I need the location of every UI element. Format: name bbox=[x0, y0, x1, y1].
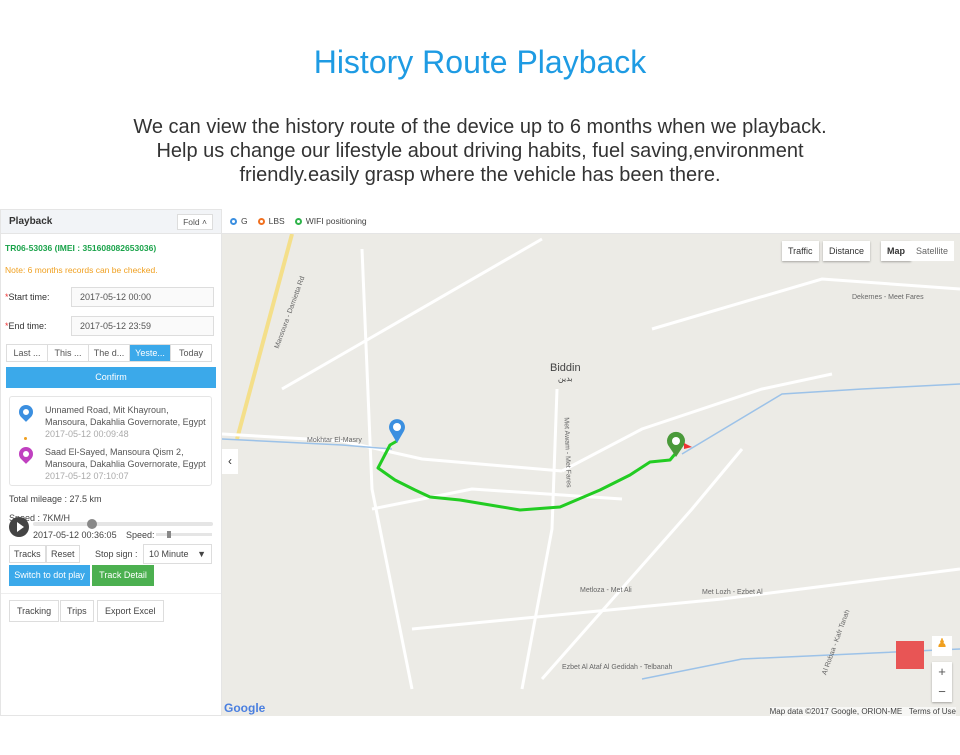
terms-link[interactable]: Terms of Use bbox=[909, 707, 956, 716]
description: We can view the history route of the dev… bbox=[100, 115, 860, 187]
start-pin-icon bbox=[16, 402, 36, 422]
switch-dot-play-button[interactable]: Switch to dot play bbox=[9, 565, 90, 586]
zoom-in-button[interactable]: + bbox=[932, 662, 952, 682]
divider bbox=[1, 593, 221, 594]
stop-sign-select[interactable]: 10 Minute ▼ bbox=[143, 544, 212, 564]
map-type-map[interactable]: Map bbox=[881, 241, 911, 261]
caret-down-icon: ▼ bbox=[197, 549, 206, 559]
map-legend: G LBS WIFI positioning bbox=[222, 209, 960, 234]
address-card: Unnamed Road, Mit Khayroun, Mansoura, Da… bbox=[9, 396, 212, 486]
desc-line: friendly.easily grasp where the vehicle … bbox=[239, 164, 721, 186]
reset-button[interactable]: Reset bbox=[46, 545, 80, 563]
start-time-label: *Start time: bbox=[5, 292, 50, 302]
red-square bbox=[896, 641, 924, 669]
speed-label: Speed: bbox=[126, 530, 155, 540]
attribution: Map data ©2017 Google, ORION-ME Terms of… bbox=[769, 707, 956, 716]
end-pin-icon bbox=[16, 444, 36, 464]
chevron-left-icon: ‹ bbox=[228, 454, 232, 468]
confirm-button[interactable]: Confirm bbox=[6, 367, 216, 388]
tracks-button[interactable]: Tracks bbox=[9, 545, 46, 563]
end-time-input[interactable]: 2017-05-12 23:59 bbox=[71, 316, 214, 336]
range-today[interactable]: Today bbox=[171, 345, 211, 361]
road-label: Mokhtar El-Masry bbox=[307, 437, 362, 444]
desc-line: Help us change our lifestyle about drivi… bbox=[156, 140, 804, 162]
device-id: TR06-53036 (IMEI : 351608082653036) bbox=[5, 243, 157, 253]
range-selector: Last ... This ... The d... Yeste... Toda… bbox=[6, 344, 212, 362]
progress-slider[interactable] bbox=[33, 519, 213, 529]
total-mileage: Total mileage : 27.5 km bbox=[9, 494, 102, 504]
road-label: Metloza - Met Ali bbox=[580, 587, 632, 594]
distance-button[interactable]: Distance bbox=[823, 241, 871, 261]
dot-icon bbox=[24, 437, 27, 440]
end-point: Saad El-Sayed, Mansoura Qism 2, Mansoura… bbox=[45, 447, 206, 481]
fold-button[interactable]: Fold ˄ bbox=[177, 213, 213, 230]
track-detail-button[interactable]: Track Detail bbox=[92, 565, 154, 586]
start-point: Unnamed Road, Mit Khayroun, Mansoura, Da… bbox=[45, 405, 206, 439]
start-marker-icon bbox=[389, 419, 405, 443]
panel-title: Playback bbox=[9, 216, 53, 227]
google-logo: Google bbox=[224, 701, 266, 715]
end-marker-icon bbox=[667, 431, 692, 457]
end-time-label: *End time: bbox=[5, 321, 47, 331]
road-label: Met Lozh - Ezbet Al bbox=[702, 589, 763, 596]
chevron-up-icon: ˄ bbox=[202, 216, 207, 227]
roads bbox=[222, 233, 960, 690]
progress-handle[interactable] bbox=[87, 519, 98, 529]
road-label: Ezbet Al Ataf Al Gedidah - Telbanah bbox=[562, 664, 673, 671]
legend-wifi: WIFI positioning bbox=[294, 216, 367, 226]
range-this[interactable]: This ... bbox=[48, 345, 89, 361]
speed-handle[interactable] bbox=[167, 531, 172, 538]
range-yesterday[interactable]: Yeste... bbox=[130, 345, 171, 361]
playback-time: 2017-05-12 00:36:05 bbox=[33, 530, 117, 540]
map-type-satellite[interactable]: Satellite bbox=[910, 241, 955, 261]
desc-line: We can view the history route of the dev… bbox=[133, 116, 827, 138]
start-time-input[interactable]: 2017-05-12 00:00 bbox=[71, 287, 214, 307]
range-last[interactable]: Last ... bbox=[7, 345, 48, 361]
panel-header: Playback Fold ˄ bbox=[1, 210, 221, 234]
map-canvas bbox=[222, 233, 960, 690]
play-button[interactable] bbox=[9, 517, 29, 537]
traffic-button[interactable]: Traffic bbox=[782, 241, 819, 261]
zoom-control: + − bbox=[932, 662, 952, 702]
range-the-day[interactable]: The d... bbox=[89, 345, 130, 361]
zoom-out-button[interactable]: − bbox=[932, 682, 952, 702]
trips-button[interactable]: Trips bbox=[60, 600, 94, 622]
fold-label: Fold bbox=[183, 216, 200, 227]
pin-icon bbox=[257, 217, 265, 225]
legend-lbs: LBS bbox=[257, 216, 285, 226]
speed-slider[interactable] bbox=[156, 531, 212, 538]
legend-g: G bbox=[230, 216, 248, 226]
place-label: Biddin بدين bbox=[550, 362, 581, 383]
playback-panel: Playback Fold ˄ TR06-53036 (IMEI : 35160… bbox=[0, 209, 222, 716]
pin-icon bbox=[230, 217, 237, 225]
export-excel-button[interactable]: Export Excel bbox=[97, 600, 164, 622]
pin-icon bbox=[294, 217, 302, 225]
river bbox=[681, 383, 960, 455]
page-title: History Route Playback bbox=[313, 44, 647, 80]
stop-sign-label: Stop sign : bbox=[95, 549, 138, 559]
map-view[interactable]: G LBS WIFI positioning Traffic Distance … bbox=[222, 209, 960, 716]
road-label: Dekernes - Meet Fares bbox=[852, 294, 924, 301]
collapse-panel-button[interactable]: ‹ bbox=[222, 449, 238, 474]
note-text: Note: 6 months records can be checked. bbox=[5, 265, 158, 275]
tracking-button[interactable]: Tracking bbox=[9, 600, 60, 622]
street-view-pegman-icon[interactable]: ♟ bbox=[932, 636, 952, 656]
